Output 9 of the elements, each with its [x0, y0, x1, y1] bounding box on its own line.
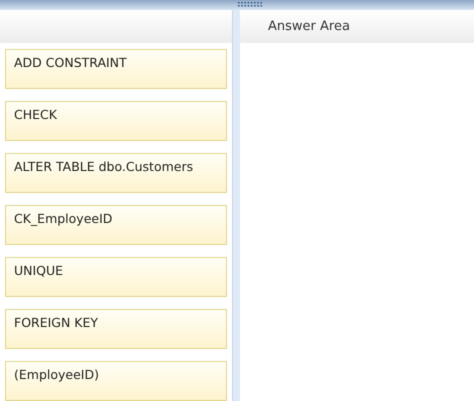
answer-choice[interactable]: CK_EmployeeID: [5, 205, 227, 245]
answer-choice[interactable]: (EmployeeID): [5, 361, 227, 401]
answer-choice[interactable]: FOREIGN KEY: [5, 309, 227, 349]
answer-choice[interactable]: ADD CONSTRAINT: [5, 49, 227, 89]
answer-choice[interactable]: ALTER TABLE dbo.Customers: [5, 153, 227, 193]
answer-choice[interactable]: UNIQUE: [5, 257, 227, 297]
answer-choice[interactable]: CHECK: [5, 101, 227, 141]
answer-area-title: Answer Area: [268, 18, 350, 36]
grip-icon[interactable]: [238, 2, 264, 7]
